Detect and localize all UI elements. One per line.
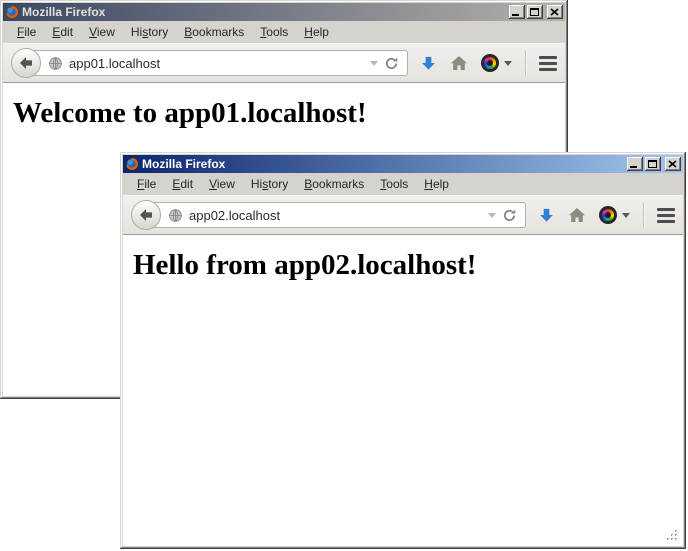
appmenu-color-icon [481,54,499,72]
toolbar-buttons [538,202,675,228]
appmenu-color-icon [599,206,617,224]
menu-history[interactable]: History [243,175,296,193]
menu-tools[interactable]: Tools [252,23,296,41]
maximize-icon [530,8,539,16]
close-icon [550,8,559,16]
menu-caret-icon [622,213,630,218]
back-arrow-icon [18,55,34,71]
minimize-button[interactable] [509,5,525,19]
titlebar[interactable]: Mozilla Firefox [123,155,683,173]
menu-file[interactable]: File [129,175,164,193]
menu-help[interactable]: Help [296,23,337,41]
maximize-button[interactable] [527,5,543,19]
appmenu-color-button[interactable] [481,54,512,72]
maximize-button[interactable] [645,157,661,171]
appmenu-color-button[interactable] [599,206,630,224]
reload-button[interactable] [502,208,517,223]
menu-file[interactable]: File [9,23,44,41]
menu-view[interactable]: View [201,175,243,193]
menu-edit[interactable]: Edit [44,23,81,41]
minimize-icon [512,14,519,16]
window-title: Mozilla Firefox [142,155,624,173]
menu-bookmarks[interactable]: Bookmarks [296,175,372,193]
window-title: Mozilla Firefox [22,3,506,21]
page-content-app02: Hello from app02.localhost! [123,235,683,546]
page-heading: Hello from app02.localhost! [133,249,683,282]
url-text[interactable]: app01.localhost [69,56,364,71]
urlbar-dropdown-icon[interactable] [488,213,496,218]
minimize-button[interactable] [627,157,643,171]
downloads-button[interactable] [420,55,437,72]
url-text[interactable]: app02.localhost [189,208,482,223]
menu-view[interactable]: View [81,23,123,41]
reload-button[interactable] [384,56,399,71]
menu-edit[interactable]: Edit [164,175,201,193]
close-button[interactable] [665,157,681,171]
site-globe-icon [48,56,63,71]
urlbar-dropdown-icon[interactable] [370,61,378,66]
site-globe-icon [168,208,183,223]
menu-tools[interactable]: Tools [372,175,416,193]
page-heading: Welcome to app01.localhost! [13,97,565,130]
hamburger-menu-button[interactable] [657,208,675,223]
close-button[interactable] [547,5,563,19]
menu-bookmarks[interactable]: Bookmarks [176,23,252,41]
resize-grip-icon[interactable] [667,530,679,542]
window-controls [627,157,681,171]
menubar: File Edit View History Bookmarks Tools H… [123,173,683,195]
urlbar[interactable]: app01.localhost [25,50,408,76]
downloads-button[interactable] [538,207,555,224]
urlbar[interactable]: app02.localhost [145,202,526,228]
back-button[interactable] [11,48,41,78]
titlebar[interactable]: Mozilla Firefox [3,3,565,21]
maximize-icon [648,160,657,168]
menu-help[interactable]: Help [416,175,457,193]
toolbar-separator [525,50,526,76]
close-icon [668,160,677,168]
home-button[interactable] [568,207,586,223]
firefox-logo-icon [125,157,139,171]
firefox-logo-icon [5,5,19,19]
back-button[interactable] [131,200,161,230]
minimize-icon [630,166,637,168]
toolbar-buttons [420,50,557,76]
toolbar-separator [643,202,644,228]
back-arrow-icon [138,207,154,223]
menubar: File Edit View History Bookmarks Tools H… [3,21,565,43]
hamburger-menu-button[interactable] [539,56,557,71]
window-controls [509,5,563,19]
browser-window-app02: Mozilla Firefox File Edit View History B… [120,152,686,549]
nav-toolbar: app01.localhost [3,43,565,83]
nav-toolbar: app02.localhost [123,195,683,235]
menu-history[interactable]: History [123,23,176,41]
home-button[interactable] [450,55,468,71]
menu-caret-icon [504,61,512,66]
